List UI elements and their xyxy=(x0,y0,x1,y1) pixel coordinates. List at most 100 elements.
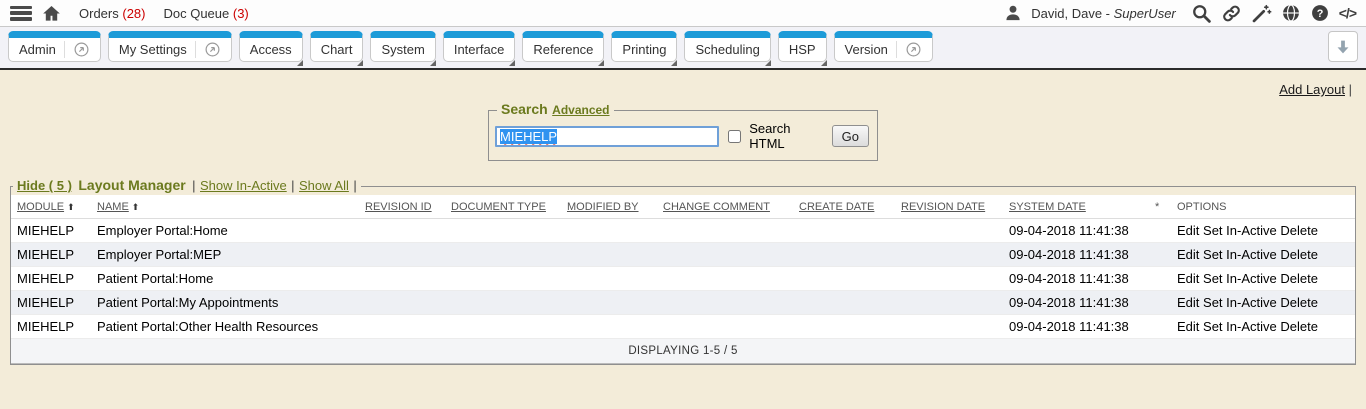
edit-link[interactable]: Edit xyxy=(1177,295,1199,310)
edit-link[interactable]: Edit xyxy=(1177,247,1199,262)
advanced-search-link[interactable]: Advanced xyxy=(552,103,609,117)
arrow-down-icon xyxy=(1334,38,1352,56)
col-system-date[interactable]: SYSTEM DATE xyxy=(1003,195,1149,219)
col-modified-by[interactable]: MODIFIED BY xyxy=(561,195,657,219)
table-row: MIEHELP Patient Portal:My Appointments 0… xyxy=(11,291,1355,315)
set-inactive-link[interactable]: Set In-Active xyxy=(1203,247,1277,262)
search-input[interactable]: MIEHELP xyxy=(495,126,719,147)
cell-system-date: 09-04-2018 11:41:38 xyxy=(1003,315,1149,339)
tab-access[interactable]: Access xyxy=(239,31,303,62)
search-icon[interactable] xyxy=(1191,3,1212,24)
nav-doc-queue[interactable]: Doc Queue (3) xyxy=(163,6,248,21)
wand-icon[interactable] xyxy=(1251,3,1272,24)
jump-icon[interactable] xyxy=(896,41,922,58)
search-html-checkbox[interactable] xyxy=(728,130,741,143)
cell-star xyxy=(1149,219,1171,243)
show-all-link[interactable]: Show All xyxy=(299,178,349,193)
col-revision-date[interactable]: REVISION DATE xyxy=(895,195,1003,219)
col-module[interactable]: MODULE⬆ xyxy=(11,195,91,219)
cell-module: MIEHELP xyxy=(11,267,91,291)
cell-name: Patient Portal:Home xyxy=(91,267,359,291)
col-options: OPTIONS xyxy=(1171,195,1355,219)
delete-link[interactable]: Delete xyxy=(1280,271,1318,286)
tab-interface[interactable]: Interface xyxy=(443,31,516,62)
hide-link[interactable]: Hide ( 5 ) xyxy=(17,178,72,193)
jump-icon[interactable] xyxy=(195,41,221,58)
edit-link[interactable]: Edit xyxy=(1177,271,1199,286)
delete-link[interactable]: Delete xyxy=(1280,247,1318,262)
tab-scheduling[interactable]: Scheduling xyxy=(684,31,770,62)
col-document-type[interactable]: DOCUMENT TYPE xyxy=(445,195,561,219)
tab-label: My Settings xyxy=(119,42,187,57)
jump-icon[interactable] xyxy=(64,41,90,58)
edit-link[interactable]: Edit xyxy=(1177,223,1199,238)
tab-label: HSP xyxy=(789,42,816,57)
tab-label: Access xyxy=(250,42,292,57)
table-row: MIEHELP Employer Portal:Home 09-04-2018 … xyxy=(11,219,1355,243)
edit-link[interactable]: Edit xyxy=(1177,319,1199,334)
search-legend: Search Advanced xyxy=(497,101,614,119)
col-revision-id[interactable]: REVISION ID xyxy=(359,195,445,219)
cell-revision-id xyxy=(359,243,445,267)
col-name[interactable]: NAME⬆ xyxy=(91,195,359,219)
search-title: Search xyxy=(501,101,548,117)
cell-document-type xyxy=(445,243,561,267)
add-layout-row: Add Layout | xyxy=(0,70,1366,97)
cell-create-date xyxy=(793,267,895,291)
delete-link[interactable]: Delete xyxy=(1280,319,1318,334)
delete-link[interactable]: Delete xyxy=(1280,295,1318,310)
set-inactive-link[interactable]: Set In-Active xyxy=(1203,319,1277,334)
layout-manager-title: Layout Manager xyxy=(78,177,185,193)
delete-link[interactable]: Delete xyxy=(1280,223,1318,238)
doc-queue-count: (3) xyxy=(233,6,249,21)
menu-icon[interactable] xyxy=(10,6,32,21)
tab-label: System xyxy=(381,42,424,57)
dropdown-corner-icon xyxy=(509,60,515,66)
set-inactive-link[interactable]: Set In-Active xyxy=(1203,223,1277,238)
home-icon[interactable] xyxy=(42,4,61,23)
tab-label: Admin xyxy=(19,42,56,57)
separator: | xyxy=(353,178,356,193)
tab-version[interactable]: Version xyxy=(834,31,933,62)
tab-printing[interactable]: Printing xyxy=(611,31,677,62)
cell-create-date xyxy=(793,243,895,267)
help-icon[interactable]: ? xyxy=(1310,3,1330,23)
link-icon[interactable] xyxy=(1221,3,1242,24)
tab-system[interactable]: System xyxy=(370,31,435,62)
paging-status: DISPLAYING 1-5 / 5 xyxy=(11,339,1355,364)
cell-system-date: 09-04-2018 11:41:38 xyxy=(1003,267,1149,291)
tab-label: Printing xyxy=(622,42,666,57)
set-inactive-link[interactable]: Set In-Active xyxy=(1203,271,1277,286)
cell-star xyxy=(1149,267,1171,291)
tab-label: Scheduling xyxy=(695,42,759,57)
col-create-date[interactable]: CREATE DATE xyxy=(793,195,895,219)
col-change-comment[interactable]: CHANGE COMMENT xyxy=(657,195,793,219)
cell-create-date xyxy=(793,219,895,243)
cell-module: MIEHELP xyxy=(11,243,91,267)
tab-admin[interactable]: Admin xyxy=(8,31,101,62)
tab-my-settings[interactable]: My Settings xyxy=(108,31,232,62)
tab-chart[interactable]: Chart xyxy=(310,31,364,62)
cell-modified-by xyxy=(561,267,657,291)
show-inactive-link[interactable]: Show In-Active xyxy=(200,178,287,193)
globe-icon[interactable] xyxy=(1281,3,1301,23)
cell-revision-id xyxy=(359,291,445,315)
tab-reference[interactable]: Reference xyxy=(522,31,604,62)
search-html-label[interactable]: Search HTML xyxy=(749,121,823,151)
separator: | xyxy=(1349,82,1352,97)
dropdown-corner-icon xyxy=(598,60,604,66)
code-icon[interactable]: </> xyxy=(1339,5,1356,21)
go-button[interactable]: Go xyxy=(832,125,869,147)
add-layout-link[interactable]: Add Layout xyxy=(1279,82,1345,97)
set-inactive-link[interactable]: Set In-Active xyxy=(1203,295,1277,310)
top-bar: Orders (28) Doc Queue (3) David, Dave - … xyxy=(0,0,1366,27)
table-header-row: MODULE⬆ NAME⬆ REVISION ID DOCUMENT TYPE … xyxy=(11,195,1355,219)
tab-hsp[interactable]: HSP xyxy=(778,31,827,62)
collapse-toolbar-button[interactable] xyxy=(1328,31,1358,62)
cell-star xyxy=(1149,243,1171,267)
nav-orders[interactable]: Orders (28) xyxy=(79,6,145,21)
cell-options: Edit Set In-Active Delete xyxy=(1171,219,1355,243)
separator: | xyxy=(192,178,195,193)
cell-revision-date xyxy=(895,315,1003,339)
cell-system-date: 09-04-2018 11:41:38 xyxy=(1003,243,1149,267)
